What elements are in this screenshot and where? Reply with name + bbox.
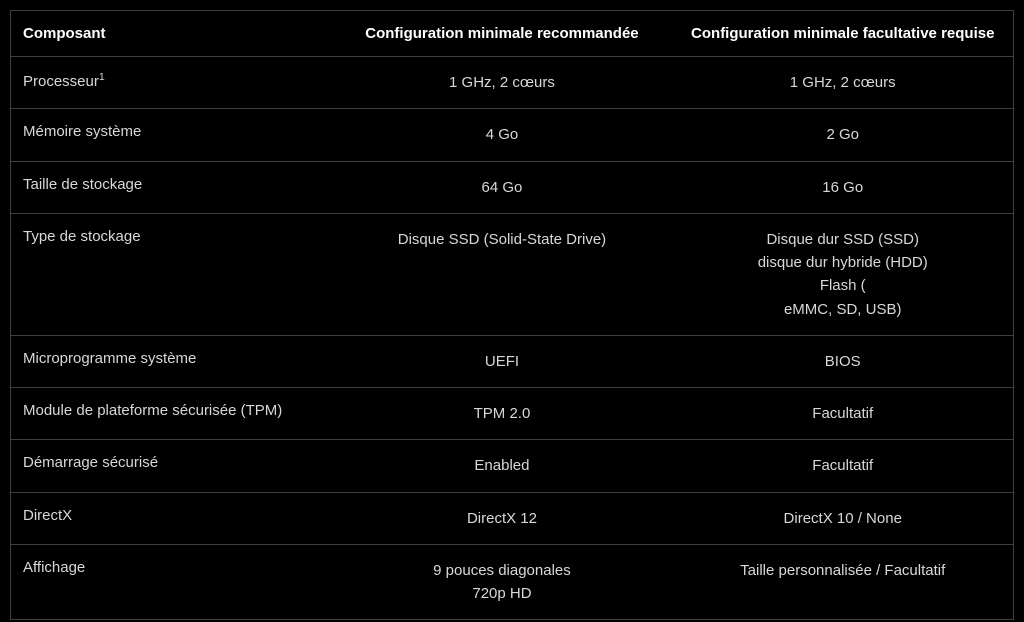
table-row: Démarrage sécuriséEnabledFacultatif <box>11 440 1014 492</box>
cell-component: Type de stockage <box>11 213 332 335</box>
cell-optional: 16 Go <box>672 161 1013 213</box>
cell-recommended: 4 Go <box>331 109 672 161</box>
cell-recommended: Enabled <box>331 440 672 492</box>
cell-optional: 2 Go <box>672 109 1013 161</box>
table-row: Affichage9 pouces diagonales 720p HDTail… <box>11 544 1014 620</box>
cell-component: Mémoire système <box>11 109 332 161</box>
cell-component: Taille de stockage <box>11 161 332 213</box>
cell-component: Module de plateforme sécurisée (TPM) <box>11 388 332 440</box>
cell-optional: 1 GHz, 2 cœurs <box>672 57 1013 109</box>
cell-component: Processeur1 <box>11 57 332 109</box>
table-row: Module de plateforme sécurisée (TPM)TPM … <box>11 388 1014 440</box>
table-row: Microprogramme systèmeUEFIBIOS <box>11 335 1014 387</box>
cell-recommended: 64 Go <box>331 161 672 213</box>
cell-optional: Facultatif <box>672 388 1013 440</box>
cell-component: Microprogramme système <box>11 335 332 387</box>
header-component: Composant <box>11 11 332 57</box>
cell-optional: Taille personnalisée / Facultatif <box>672 544 1013 620</box>
footnote-marker: 1 <box>99 71 105 83</box>
table-row: Processeur11 GHz, 2 cœurs1 GHz, 2 cœurs <box>11 57 1014 109</box>
cell-optional: Facultatif <box>672 440 1013 492</box>
table-header-row: Composant Configuration minimale recomma… <box>11 11 1014 57</box>
cell-recommended: TPM 2.0 <box>331 388 672 440</box>
header-optional: Configuration minimale facultative requi… <box>672 11 1013 57</box>
table-row: Taille de stockage64 Go16 Go <box>11 161 1014 213</box>
cell-optional: BIOS <box>672 335 1013 387</box>
cell-component: Affichage <box>11 544 332 620</box>
cell-recommended: Disque SSD (Solid-State Drive) <box>331 213 672 335</box>
cell-optional: DirectX 10 / None <box>672 492 1013 544</box>
table-row: Type de stockageDisque SSD (Solid-State … <box>11 213 1014 335</box>
cell-component: Démarrage sécurisé <box>11 440 332 492</box>
table-row: Mémoire système4 Go2 Go <box>11 109 1014 161</box>
cell-recommended: 1 GHz, 2 cœurs <box>331 57 672 109</box>
header-recommended: Configuration minimale recommandée <box>331 11 672 57</box>
cell-recommended: UEFI <box>331 335 672 387</box>
cell-recommended: DirectX 12 <box>331 492 672 544</box>
cell-recommended: 9 pouces diagonales 720p HD <box>331 544 672 620</box>
cell-optional: Disque dur SSD (SSD) disque dur hybride … <box>672 213 1013 335</box>
cell-component: DirectX <box>11 492 332 544</box>
table-row: DirectXDirectX 12DirectX 10 / None <box>11 492 1014 544</box>
requirements-table: Composant Configuration minimale recomma… <box>10 10 1014 620</box>
